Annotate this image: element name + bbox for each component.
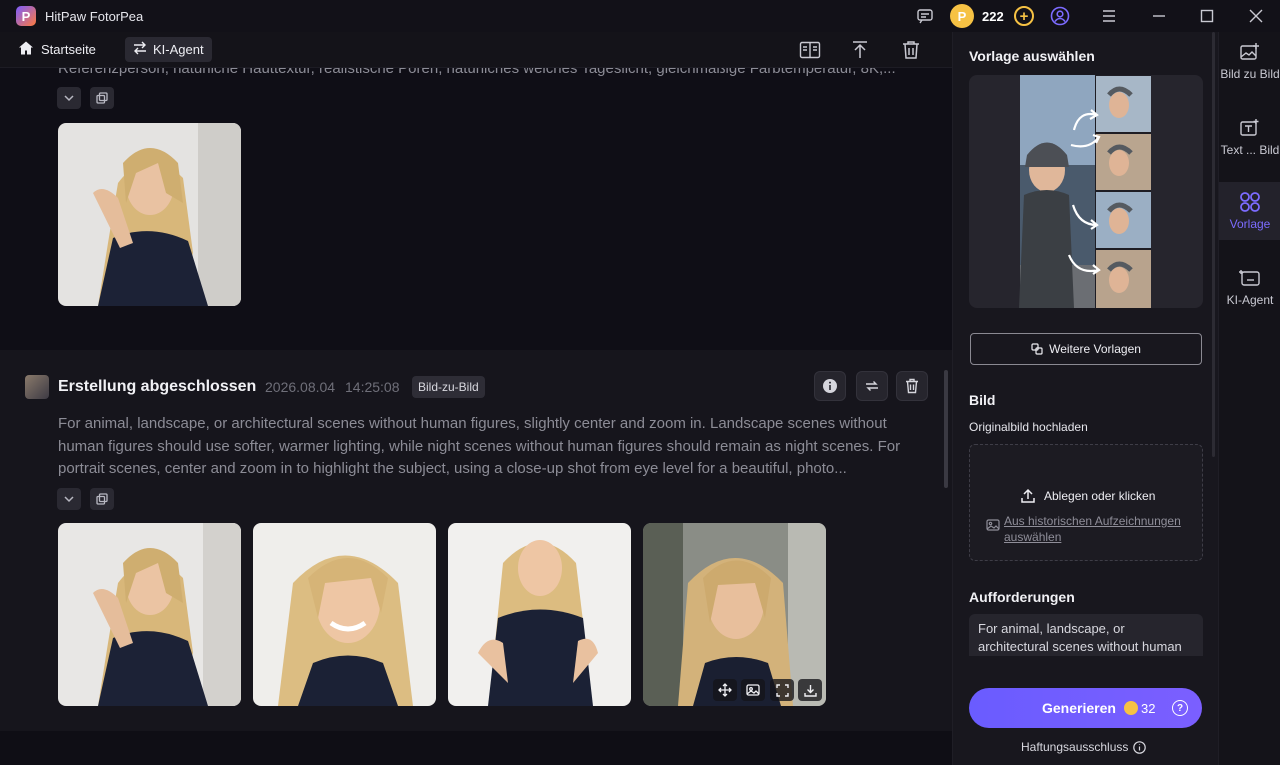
app-title: HitPaw FotorPea [45,9,144,24]
card-prompt-text: For animal, landscape, or architectural … [58,415,901,477]
info-button[interactable] [814,371,846,401]
upload-icon [1021,488,1035,503]
title-bar: P HitPaw FotorPea P 222 + [0,0,1280,32]
result-image[interactable] [253,523,436,706]
templates-icon [1031,343,1043,355]
help-icon[interactable]: ? [1172,700,1188,716]
history-card: Referenzperson, natürliche Hauttextur, r… [0,68,952,350]
card-thumbnail-icon [25,375,49,399]
prompts-heading: Aufforderungen [969,589,1075,605]
move-icon[interactable] [713,679,737,701]
chevron-down-icon [64,496,74,503]
chevron-down-icon [64,95,74,102]
disclaimer-label: Haftungsausschluss [1021,740,1129,754]
delete-all-icon[interactable] [899,38,923,62]
prompt-textarea[interactable]: For animal, landscape, or architectural … [969,614,1203,656]
rail-item-ki-agent[interactable]: KI-Agent [1219,258,1280,316]
expand-button[interactable] [57,87,81,109]
close-icon[interactable] [1246,6,1266,26]
copy-button[interactable] [90,87,114,109]
expand-button[interactable] [57,488,81,510]
trash-icon [906,378,918,394]
more-templates-button[interactable]: Weitere Vorlagen [970,333,1202,365]
rail-label: Text ... Bild [1220,143,1280,157]
copy-icon [96,92,108,104]
history-link[interactable]: Aus historischen Aufzeichnungen auswähle… [1004,513,1194,545]
history-image-icon [986,519,1000,534]
coin-icon [1124,701,1138,715]
upload-label: Originalbild hochladen [969,420,1088,434]
template-preview[interactable] [969,75,1203,308]
info-icon [1133,740,1147,754]
result-image[interactable] [448,523,631,706]
rail-item-text-bild[interactable]: Text ... Bild [1219,108,1280,166]
home-label: Startseite [41,42,96,57]
download-icon[interactable] [798,679,822,701]
fullscreen-icon[interactable] [770,679,794,701]
mode-rail: Bild zu Bild Text ... Bild Vorlage KI-Ag… [1218,32,1280,765]
generate-label: Generieren [1042,700,1116,716]
grid-icon [1238,190,1262,214]
generate-cost: 32 [1141,701,1156,716]
card-title: Erstellung abgeschlossen [58,378,257,395]
home-icon [18,40,34,59]
feedback-icon[interactable] [915,6,935,26]
refresh-icon [866,381,878,391]
rail-label: Bild zu Bild [1220,67,1280,81]
rail-item-vorlage[interactable]: Vorlage [1219,182,1280,240]
panel-scrollbar[interactable] [1212,32,1215,457]
copy-button[interactable] [90,488,114,510]
rail-label: Vorlage [1229,217,1271,231]
ki-agent-tab[interactable]: KI-Agent [125,37,212,62]
home-tab[interactable]: Startseite [18,40,96,59]
ki-agent-label: KI-Agent [153,42,204,57]
more-templates-label: Weitere Vorlagen [1049,342,1141,356]
history-feed: Referenzperson, natürliche Hauttextur, r… [0,68,952,765]
generate-button[interactable]: Generieren 32 ? [969,688,1202,728]
agent-icon [1238,266,1262,290]
settings-panel: Vorlage auswählen Weitere Vorlagen Bild … [952,32,1218,765]
swap-icon [133,41,147,58]
text-image-icon [1238,116,1262,140]
rail-item-bild-zu-bild[interactable]: Bild zu Bild [1219,32,1280,90]
card-tag: Bild-zu-Bild [412,376,485,398]
image-heading: Bild [969,392,996,408]
nav-bar: Startseite KI-Agent [0,32,952,68]
upload-top-icon[interactable] [848,38,872,62]
card-time: 14:25:08 [345,379,400,395]
menu-icon[interactable] [1099,6,1119,26]
user-icon[interactable] [1050,6,1070,26]
feed-scrollbar[interactable] [944,370,948,488]
rail-label: KI-Agent [1226,293,1274,307]
coin-count: 222 [982,9,1004,24]
card-prompt-text: Referenzperson, natürliche Hauttextur, r… [58,68,896,77]
add-coins-button[interactable]: + [1014,6,1034,26]
delete-button[interactable] [896,371,928,401]
disclaimer-link[interactable]: Haftungsausschluss [1021,740,1147,754]
copy-icon [96,493,108,505]
coin-icon: P [950,4,974,28]
image-drop-zone[interactable]: Ablegen oder klicken Aus historischen Au… [969,444,1203,561]
maximize-icon[interactable] [1197,6,1217,26]
result-image[interactable] [58,123,241,306]
compare-icon[interactable] [798,38,822,62]
image-add-icon [1238,40,1262,64]
drop-action[interactable]: Ablegen oder klicken [1020,488,1155,504]
image-edit-icon[interactable] [741,679,765,701]
regenerate-button[interactable] [856,371,888,401]
info-icon [823,379,837,393]
minimize-icon[interactable] [1149,6,1169,26]
template-heading: Vorlage auswählen [969,48,1095,64]
result-image[interactable] [58,523,241,706]
drop-label: Ablegen oder klicken [1044,489,1156,503]
card-date: 2026.08.04 [265,379,336,395]
app-logo: P [16,6,36,26]
